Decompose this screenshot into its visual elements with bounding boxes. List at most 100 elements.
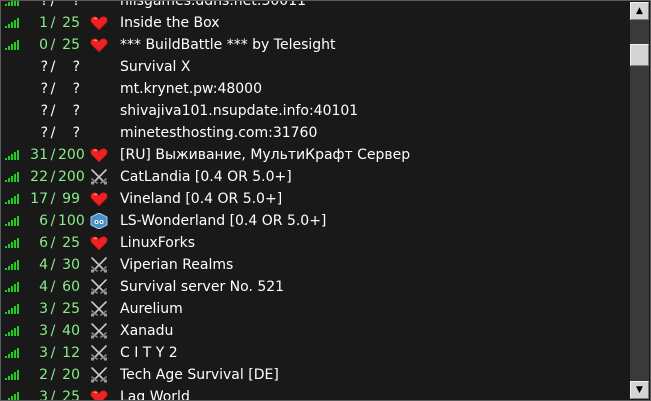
player-max: 25	[62, 235, 80, 251]
player-max: 200	[58, 147, 85, 163]
count-separator: /	[50, 235, 56, 251]
server-row[interactable]: ? /? Survival X	[2, 56, 630, 78]
player-count: 17	[30, 191, 48, 207]
player-count: 6	[39, 235, 48, 251]
signal-strength-icon	[5, 282, 21, 292]
server-name: *** BuildBattle *** by Telesight	[120, 37, 336, 53]
server-row[interactable]: 17/ 99 Vineland [0.4 OR 5.0+]	[2, 188, 630, 210]
player-max: 20	[62, 367, 80, 383]
count-separator: /	[50, 147, 56, 163]
heart-icon	[90, 191, 108, 207]
player-count: 3	[39, 389, 48, 401]
server-row[interactable]: ? /? shivajiva101.nsupdate.info:40101	[2, 100, 630, 122]
count-separator: /	[50, 345, 56, 361]
signal-strength-icon	[5, 392, 21, 400]
server-row[interactable]: 6/100 LS-Wonderland [0.4 OR 5.0+]	[2, 210, 630, 232]
server-row[interactable]: ? /? mt.krynet.pw:48000	[2, 78, 630, 100]
player-max: 99	[62, 191, 80, 207]
player-max: 12	[62, 345, 80, 361]
count-separator: /	[50, 103, 56, 119]
signal-strength-icon	[5, 18, 21, 28]
server-row[interactable]: 6/ 25 LinuxForks	[2, 232, 630, 254]
player-count: 0	[39, 37, 48, 53]
signal-strength-icon	[5, 194, 21, 204]
count-separator: /	[50, 301, 56, 317]
player-max: 200	[58, 169, 85, 185]
server-name: Aurelium	[120, 301, 183, 317]
server-name: Viperian Realms	[120, 257, 234, 273]
player-max: ?	[72, 59, 80, 75]
server-name: shivajiva101.nsupdate.info:40101	[120, 103, 359, 119]
player-count: 3	[39, 301, 48, 317]
player-count: 31	[30, 147, 48, 163]
creative-icon	[90, 212, 108, 230]
server-row[interactable]: 4/ 60 Survival server No. 521	[2, 276, 630, 298]
signal-strength-icon	[5, 238, 21, 248]
player-max: 60	[62, 279, 80, 295]
player-count: ?	[40, 103, 48, 119]
server-list[interactable]: ? /? nilsgames.ddns.net:30011 1/25 Inside th…	[2, 0, 630, 401]
player-max: 100	[58, 213, 85, 229]
crossed-swords-icon	[90, 279, 108, 295]
server-name: nilsgames.ddns.net:30011	[120, 0, 307, 9]
server-name: C I T Y 2	[120, 345, 178, 361]
server-row[interactable]: 3/ 12 C I T Y 2	[2, 342, 630, 364]
player-count: ?	[40, 59, 48, 75]
server-name: CatLandia [0.4 OR 5.0+]	[120, 169, 292, 185]
server-name: Tech Age Survival [DE]	[120, 367, 279, 383]
server-row[interactable]: 22/200 CatLandia [0.4 OR 5.0+]	[2, 166, 630, 188]
server-name: Survival X	[120, 59, 191, 75]
server-row[interactable]: 0/ 25 *** BuildBattle *** by Telesight	[2, 34, 630, 56]
scroll-down-button[interactable]: ▼	[630, 381, 649, 399]
server-name: LinuxForks	[120, 235, 195, 251]
player-count: 6	[39, 213, 48, 229]
server-row[interactable]: 1/ 25 Inside the Box	[2, 12, 630, 34]
player-max: ?	[72, 125, 80, 141]
count-separator: /	[50, 81, 56, 97]
player-max: 25	[62, 15, 80, 31]
server-name: [RU] Выживание, МультиКрафт Сервер	[120, 147, 411, 163]
count-separator: /	[50, 279, 56, 295]
crossed-swords-icon	[90, 345, 108, 361]
count-separator: /	[50, 15, 56, 31]
player-count: 2	[39, 367, 48, 383]
crossed-swords-icon	[90, 367, 108, 383]
signal-strength-icon	[5, 1, 21, 6]
player-max: 25	[62, 37, 80, 53]
player-count: ?	[40, 125, 48, 141]
player-max: ?	[72, 0, 80, 9]
player-max: ?	[72, 81, 80, 97]
scroll-thumb[interactable]	[630, 44, 649, 66]
server-row[interactable]: ? /? nilsgames.ddns.net:30011	[2, 0, 630, 12]
player-count: 4	[39, 257, 48, 273]
server-name: LS-Wonderland [0.4 OR 5.0+]	[120, 213, 327, 229]
server-row[interactable]: 3/ 25 Aurelium	[2, 298, 630, 320]
count-separator: /	[50, 257, 56, 273]
server-row[interactable]: 2/ 20 Tech Age Survival [DE]	[2, 364, 630, 386]
scroll-up-button[interactable]: ▲	[630, 2, 649, 20]
player-max: 25	[62, 389, 80, 401]
signal-strength-icon	[5, 304, 21, 314]
server-row[interactable]: 31/200 [RU] Выживание, МультиКрафт Сервер	[2, 144, 630, 166]
crossed-swords-icon	[90, 323, 108, 339]
player-max: 40	[62, 323, 80, 339]
count-separator: /	[50, 389, 56, 401]
server-list-panel: ? /? nilsgames.ddns.net:30011 1/25 Inside th…	[0, 0, 651, 401]
crossed-swords-icon	[90, 257, 108, 273]
vertical-scrollbar[interactable]: ▲ ▼	[630, 2, 649, 399]
server-row[interactable]: 4/ 30 Viperian Realms	[2, 254, 630, 276]
server-name: Xanadu	[120, 323, 174, 339]
count-separator: /	[50, 191, 56, 207]
crossed-swords-icon	[90, 169, 108, 185]
server-row[interactable]: 3/ 40 Xanadu	[2, 320, 630, 342]
signal-strength-icon	[5, 40, 21, 50]
heart-icon	[90, 235, 108, 251]
server-row[interactable]: ? /? minetesthosting.com:31760	[2, 122, 630, 144]
count-separator: /	[50, 37, 56, 53]
count-separator: /	[50, 0, 56, 9]
signal-strength-icon	[5, 216, 21, 226]
crossed-swords-icon	[90, 301, 108, 317]
server-row[interactable]: 3/ 25 Lag World	[2, 386, 630, 401]
count-separator: /	[50, 59, 56, 75]
server-name: Inside the Box	[120, 15, 220, 31]
